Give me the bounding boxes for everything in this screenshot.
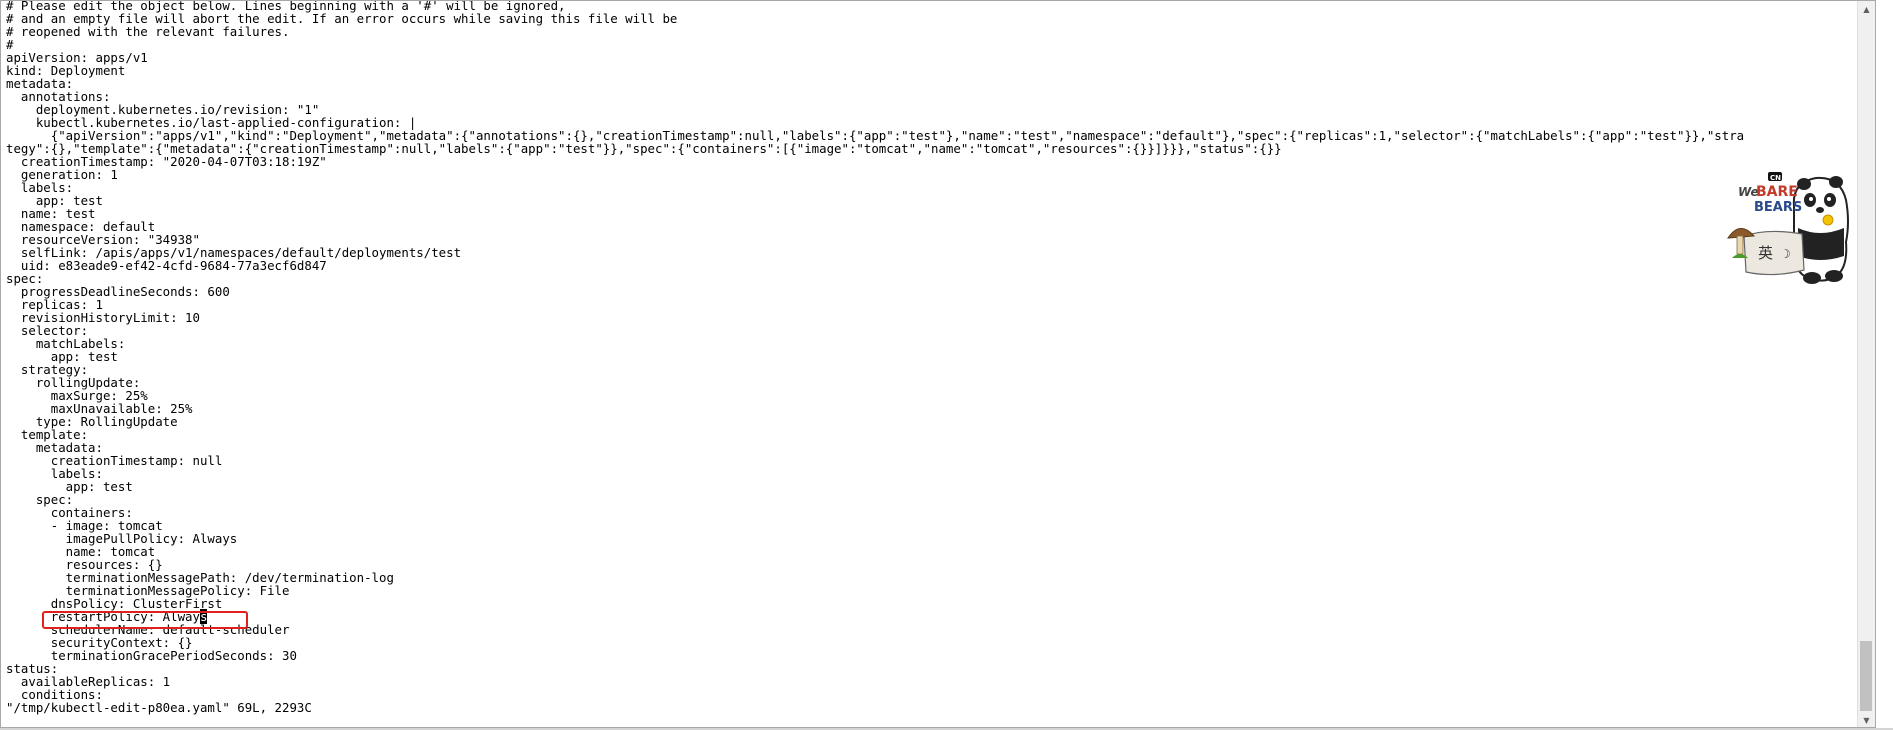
editor-line: rollingUpdate: <box>6 375 141 390</box>
editor-line: replicas: 1 <box>6 297 103 312</box>
editor-line: metadata: <box>6 440 103 455</box>
vim-status-line: "/tmp/kubectl-edit-p80ea.yaml" 69L, 2293… <box>6 700 312 715</box>
editor-line: uid: e83eade9-ef42-4cfd-9684-77a3ecf6d84… <box>6 258 327 273</box>
editor-line: # <box>6 37 14 52</box>
editor-line: creationTimestamp: null <box>6 453 223 468</box>
editor-line: metadata: <box>6 76 74 91</box>
editor-line: progressDeadlineSeconds: 600 <box>6 284 230 299</box>
editor-line: selector: <box>6 323 89 338</box>
editor-line: matchLabels: <box>6 336 126 351</box>
editor-line: revisionHistoryLimit: 10 <box>6 310 200 325</box>
editor-line: # reopened with the relevant failures. <box>6 24 290 39</box>
editor-line: terminationMessagePolicy: File <box>6 583 290 598</box>
editor-line: maxSurge: 25% <box>6 388 148 403</box>
editor-line: strategy: <box>6 362 89 377</box>
editor-line: dnsPolicy: ClusterFirst <box>6 596 223 611</box>
editor-line: - image: tomcat <box>6 518 163 533</box>
editor-line: type: RollingUpdate <box>6 414 178 429</box>
editor-line: namespace: default <box>6 219 156 234</box>
editor-line: labels: <box>6 180 74 195</box>
editor-line: apiVersion: apps/v1 <box>6 50 148 65</box>
scrollbar-thumb[interactable] <box>1860 641 1872 711</box>
editor-line: imagePullPolicy: Always <box>6 531 238 546</box>
editor-line: containers: <box>6 505 133 520</box>
scroll-down-arrow-icon[interactable]: ▼ <box>1858 712 1875 727</box>
editor-line: template: <box>6 427 89 442</box>
editor-line: name: tomcat <box>6 544 156 559</box>
editor-line: spec: <box>6 271 44 286</box>
editor-line: spec: <box>6 492 74 507</box>
editor-line: status: <box>6 661 59 676</box>
editor-line: labels: <box>6 466 103 481</box>
we-bare-bears-logo: CN We BARE BEARS <box>1738 172 1802 215</box>
editor-line: terminationGracePeriodSeconds: 30 <box>6 648 297 663</box>
editor-line: kind: Deployment <box>6 63 126 78</box>
ime-language-indicator[interactable]: 英 <box>1758 244 1773 262</box>
editor-line: app: test <box>6 193 103 208</box>
svg-text:BEARS: BEARS <box>1754 200 1802 215</box>
editor-line: generation: 1 <box>6 167 118 182</box>
editor-line: creationTimestamp: "2020-04-07T03:18:19Z… <box>6 154 327 169</box>
svg-text:BARE: BARE <box>1756 184 1798 200</box>
editor-line: maxUnavailable: 25% <box>6 401 193 416</box>
editor-line: availableReplicas: 1 <box>6 674 171 689</box>
editor-line: app: test <box>6 349 118 364</box>
scroll-up-arrow-icon[interactable]: ▲ <box>1858 1 1875 18</box>
moon-icon: ☽ <box>1780 247 1791 261</box>
restart-policy-highlight-box <box>42 611 248 629</box>
terminal-window: # Please edit the object below. Lines be… <box>0 0 1876 728</box>
editor-line: name: test <box>6 206 96 221</box>
editor-line: app: test <box>6 479 133 494</box>
vertical-scrollbar[interactable]: ▲ ▼ <box>1857 1 1875 727</box>
editor-line: schedulerName: default-scheduler <box>6 622 290 637</box>
vim-editor-buffer[interactable]: # Please edit the object below. Lines be… <box>6 1 1744 715</box>
svg-text:CN: CN <box>1770 174 1781 182</box>
ime-mascot-widget[interactable]: 英 ☽ CN We BARE BEARS <box>1724 172 1874 288</box>
